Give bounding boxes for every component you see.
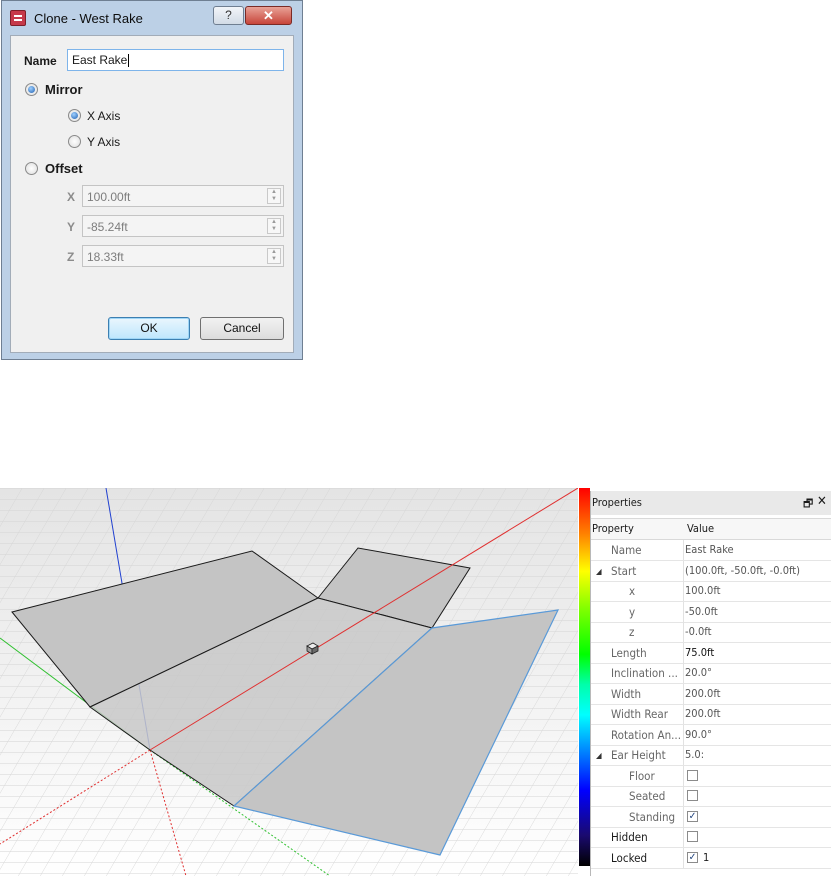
- offset-x-field[interactable]: 100.00ft ▲ ▼: [82, 185, 284, 207]
- dialog-title: Clone - West Rake: [34, 11, 143, 26]
- name-input-value: East Rake: [72, 53, 128, 67]
- property-key: Inclination ...: [611, 666, 678, 680]
- offset-y-field[interactable]: -85.24ft ▲ ▼: [82, 215, 284, 237]
- name-label: Name: [24, 54, 57, 68]
- property-row-z[interactable]: z -0.0ft: [591, 622, 831, 643]
- header-property: Property: [592, 522, 634, 535]
- offset-y-spinner-icon[interactable]: ▲ ▼: [267, 218, 281, 234]
- cancel-button[interactable]: Cancel: [200, 317, 284, 340]
- property-value[interactable]: 5.0:: [685, 748, 704, 761]
- property-row-x[interactable]: x 100.0ft: [591, 581, 831, 602]
- properties-panel: Properties 🗗 ✕ Property Value Name East …: [590, 491, 831, 876]
- properties-header: Property Value: [591, 518, 831, 540]
- property-row-width-rear[interactable]: Width Rear 200.0ft: [591, 704, 831, 725]
- property-value[interactable]: (100.0ft, -50.0ft, -0.0ft): [685, 564, 800, 577]
- mirror-radio[interactable]: [25, 83, 38, 96]
- x-axis-label[interactable]: X Axis: [87, 109, 120, 123]
- property-key: Rotation An...: [611, 728, 681, 742]
- property-value[interactable]: 200.0ft: [685, 707, 721, 720]
- x-axis-radio[interactable]: [68, 109, 81, 122]
- property-value[interactable]: 100.0ft: [685, 584, 721, 597]
- hidden-checkbox[interactable]: [687, 831, 698, 842]
- offset-x-label: X: [67, 190, 76, 204]
- property-key: Width: [611, 687, 642, 701]
- restore-icon[interactable]: 🗗: [803, 495, 813, 514]
- property-row-name[interactable]: Name East Rake: [591, 540, 831, 561]
- offset-x-value: 100.00ft: [87, 190, 131, 204]
- property-row-locked[interactable]: Locked ✓ 1: [591, 848, 831, 869]
- color-scale-bar: [579, 488, 590, 866]
- property-key: y: [629, 605, 636, 619]
- text-caret: [128, 54, 130, 68]
- property-row-ear-height[interactable]: ◢ Ear Height 5.0:: [591, 745, 831, 766]
- property-value[interactable]: 75.0ft: [685, 646, 714, 659]
- offset-label[interactable]: Offset: [45, 161, 83, 176]
- property-value[interactable]: East Rake: [685, 543, 734, 556]
- dialog-body: Name East Rake Mirror X Axis Y Axis Offs…: [10, 35, 294, 353]
- property-value[interactable]: -50.0ft: [685, 605, 718, 618]
- dialog-titlebar[interactable]: Clone - West Rake ? ✕: [2, 1, 302, 35]
- mirror-label[interactable]: Mirror: [45, 82, 83, 97]
- app-icon: [10, 10, 26, 26]
- standing-checkbox[interactable]: ✓: [687, 811, 698, 822]
- property-key: Standing: [629, 810, 676, 824]
- property-row-y[interactable]: y -50.0ft: [591, 602, 831, 623]
- property-key: x: [629, 584, 636, 598]
- seated-checkbox[interactable]: [687, 790, 698, 801]
- locked-value: 1: [703, 851, 710, 864]
- collapse-arrow-icon[interactable]: ◢: [596, 751, 602, 760]
- property-value[interactable]: 200.0ft: [685, 687, 721, 700]
- locked-checkbox[interactable]: ✓: [687, 852, 698, 863]
- property-value[interactable]: 20.0°: [685, 666, 712, 679]
- property-value[interactable]: -0.0ft: [685, 625, 711, 638]
- offset-x-spinner-icon[interactable]: ▲ ▼: [267, 188, 281, 204]
- offset-z-value: 18.33ft: [87, 250, 124, 264]
- property-key: Floor: [629, 769, 655, 783]
- property-row-hidden[interactable]: Hidden: [591, 827, 831, 848]
- close-button[interactable]: ✕: [245, 6, 292, 25]
- property-key: Length: [611, 646, 647, 660]
- offset-z-spinner-icon[interactable]: ▲ ▼: [267, 248, 281, 264]
- ok-button[interactable]: OK: [108, 317, 190, 340]
- y-axis-radio[interactable]: [68, 135, 81, 148]
- property-key: Width Rear: [611, 707, 668, 721]
- y-axis-label[interactable]: Y Axis: [87, 135, 120, 149]
- offset-z-field[interactable]: 18.33ft ▲ ▼: [82, 245, 284, 267]
- property-key: Locked: [611, 851, 648, 865]
- property-row-seated[interactable]: Seated: [591, 786, 831, 807]
- property-row-floor[interactable]: Floor: [591, 766, 831, 787]
- property-value[interactable]: 90.0°: [685, 728, 712, 741]
- offset-radio[interactable]: [25, 162, 38, 175]
- header-value: Value: [687, 522, 715, 535]
- offset-z-label: Z: [67, 250, 75, 264]
- close-icon[interactable]: ✕: [817, 494, 827, 509]
- viewport-canvas[interactable]: [0, 488, 578, 876]
- properties-title: Properties: [592, 496, 642, 509]
- floor-checkbox[interactable]: [687, 770, 698, 781]
- property-key: Start: [611, 564, 637, 578]
- property-key: Name: [611, 543, 642, 557]
- property-row-inclination[interactable]: Inclination ... 20.0°: [591, 663, 831, 684]
- property-key: Seated: [629, 789, 666, 803]
- property-row-width[interactable]: Width 200.0ft: [591, 684, 831, 705]
- property-key: z: [629, 625, 635, 639]
- property-key: Ear Height: [611, 748, 666, 762]
- collapse-arrow-icon[interactable]: ◢: [596, 567, 602, 576]
- offset-y-value: -85.24ft: [87, 220, 128, 234]
- name-input[interactable]: East Rake: [67, 49, 284, 71]
- help-button[interactable]: ?: [213, 6, 244, 25]
- property-row-rotation[interactable]: Rotation An... 90.0°: [591, 725, 831, 746]
- property-key: Hidden: [611, 830, 648, 844]
- property-row-length[interactable]: Length 75.0ft: [591, 643, 831, 664]
- property-row-start[interactable]: ◢ Start (100.0ft, -50.0ft, -0.0ft): [591, 561, 831, 582]
- clone-dialog: Clone - West Rake ? ✕ Name East Rake Mir…: [1, 0, 303, 360]
- offset-y-label: Y: [67, 220, 76, 234]
- 3d-viewport[interactable]: [0, 488, 578, 876]
- property-row-standing[interactable]: Standing ✓: [591, 807, 831, 828]
- properties-titlebar: Properties 🗗 ✕: [591, 491, 831, 515]
